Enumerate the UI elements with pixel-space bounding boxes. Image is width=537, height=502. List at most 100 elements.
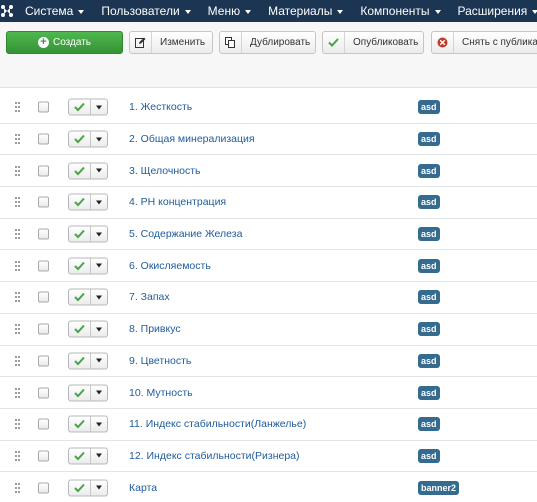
row-select-checkbox[interactable]: [38, 355, 49, 367]
drag-handle-icon[interactable]: [15, 260, 20, 271]
category-badge: asd: [418, 290, 440, 305]
create-button[interactable]: + Создать: [6, 31, 123, 54]
drag-handle-icon[interactable]: [15, 482, 20, 493]
actions-dropdown-toggle[interactable]: [91, 195, 107, 210]
article-title-link[interactable]: 8. Привкус: [129, 323, 181, 335]
category-badge: asd: [418, 195, 440, 210]
drag-handle-icon[interactable]: [15, 324, 20, 335]
published-check-icon[interactable]: [69, 353, 91, 369]
menu-users[interactable]: Пользователи: [90, 0, 196, 22]
actions-dropdown-toggle[interactable]: [91, 290, 107, 305]
category-badge: asd: [418, 353, 440, 368]
drag-handle-icon[interactable]: [15, 450, 20, 461]
unpublish-button[interactable]: Снять с публика: [431, 31, 537, 54]
actions-dropdown-toggle[interactable]: [91, 417, 107, 432]
menu-extensions[interactable]: Расширения: [447, 0, 537, 22]
status-toggle: [68, 384, 108, 402]
status-toggle: [68, 288, 108, 306]
table-row: 2. Общая минерализация asd: [0, 124, 537, 156]
drag-handle-icon[interactable]: [15, 355, 20, 366]
table-row: 7. Запах asd: [0, 282, 537, 314]
actions-dropdown-toggle[interactable]: [91, 100, 107, 115]
actions-dropdown-toggle[interactable]: [91, 322, 107, 337]
article-title-link[interactable]: 10. Мутность: [129, 387, 193, 399]
table-row: 11. Индекс стабильности(Ланжелье) asd: [0, 409, 537, 441]
row-select-checkbox[interactable]: [38, 228, 49, 240]
article-title-link[interactable]: Карта: [129, 482, 157, 494]
published-check-icon[interactable]: [69, 194, 91, 210]
status-toggle: [68, 257, 108, 275]
row-select-checkbox[interactable]: [38, 101, 49, 113]
drag-handle-icon[interactable]: [15, 134, 20, 145]
published-check-icon[interactable]: [69, 226, 91, 242]
published-check-icon[interactable]: [69, 416, 91, 432]
published-check-icon[interactable]: [69, 131, 91, 147]
row-select-checkbox[interactable]: [38, 450, 49, 462]
category-badge: asd: [418, 385, 440, 400]
menu-components[interactable]: Компоненты: [349, 0, 446, 22]
article-title-link[interactable]: 9. Цветность: [129, 355, 191, 367]
actions-dropdown-toggle[interactable]: [91, 258, 107, 273]
actions-dropdown-toggle[interactable]: [91, 227, 107, 242]
row-select-checkbox[interactable]: [38, 260, 49, 272]
duplicate-button[interactable]: Дублировать: [219, 31, 316, 54]
menu-content[interactable]: Материалы: [257, 0, 349, 22]
published-check-icon[interactable]: [69, 289, 91, 305]
drag-handle-icon[interactable]: [15, 387, 20, 398]
row-select-checkbox[interactable]: [38, 291, 49, 303]
row-select-checkbox[interactable]: [38, 196, 49, 208]
edit-button[interactable]: Изменить: [129, 31, 213, 54]
published-check-icon[interactable]: [69, 385, 91, 401]
published-check-icon[interactable]: [69, 480, 91, 496]
published-check-icon[interactable]: [69, 258, 91, 274]
article-title-link[interactable]: 5. Содержание Железа: [129, 228, 242, 240]
actions-dropdown-toggle[interactable]: [91, 353, 107, 368]
article-title-link[interactable]: 11. Индекс стабильности(Ланжелье): [129, 418, 306, 430]
table-row: 6. Окисляемость asd: [0, 250, 537, 283]
table-row: Карта banner2: [0, 472, 537, 502]
article-title-link[interactable]: 1. Жесткость: [129, 101, 192, 113]
article-title-link[interactable]: 2. Общая минерализация: [129, 133, 255, 145]
drag-handle-icon[interactable]: [15, 165, 20, 176]
drag-handle-icon[interactable]: [15, 419, 20, 430]
actions-dropdown-toggle[interactable]: [91, 163, 107, 178]
drag-handle-icon[interactable]: [15, 102, 20, 113]
menu-system[interactable]: Система: [14, 0, 90, 22]
menu-menus[interactable]: Меню: [197, 0, 257, 22]
row-select-checkbox[interactable]: [38, 133, 49, 145]
row-select-checkbox[interactable]: [38, 418, 49, 430]
published-check-icon[interactable]: [69, 321, 91, 337]
checkmark-icon: [323, 32, 345, 53]
published-check-icon[interactable]: [69, 163, 91, 179]
actions-dropdown-toggle[interactable]: [91, 480, 107, 495]
article-title-link[interactable]: 12. Индекс стабильности(Ризнера): [129, 450, 300, 462]
caret-down-icon: [434, 9, 441, 14]
category-badge: asd: [418, 132, 440, 147]
drag-handle-icon[interactable]: [15, 292, 20, 303]
category-badge: asd: [418, 258, 440, 273]
unpublish-button-label: Снять с публика: [462, 37, 537, 48]
drag-handle-icon[interactable]: [15, 197, 20, 208]
publish-button[interactable]: Опубликовать: [322, 31, 424, 54]
article-title-link[interactable]: 6. Окисляемость: [129, 260, 211, 272]
joomla-logo-icon[interactable]: [0, 0, 14, 22]
row-select-checkbox[interactable]: [38, 387, 49, 399]
row-select-checkbox[interactable]: [38, 165, 49, 177]
row-select-checkbox[interactable]: [38, 323, 49, 335]
published-check-icon[interactable]: [69, 99, 91, 115]
caret-down-icon: [78, 9, 85, 14]
article-title-link[interactable]: 7. Запах: [129, 291, 170, 303]
duplicate-button-label: Дублировать: [250, 37, 311, 48]
actions-dropdown-toggle[interactable]: [91, 132, 107, 147]
table-row: 1. Жесткость asd: [0, 92, 537, 124]
actions-dropdown-toggle[interactable]: [91, 385, 107, 400]
menu-system-label: Система: [25, 4, 74, 18]
published-check-icon[interactable]: [69, 448, 91, 464]
caret-down-icon: [96, 105, 102, 110]
drag-handle-icon[interactable]: [15, 229, 20, 240]
table-row: 3. Щелочность asd: [0, 155, 537, 188]
row-select-checkbox[interactable]: [38, 482, 49, 494]
article-title-link[interactable]: 4. PH концентрация: [129, 196, 226, 208]
article-title-link[interactable]: 3. Щелочность: [129, 165, 201, 177]
actions-dropdown-toggle[interactable]: [91, 448, 107, 463]
